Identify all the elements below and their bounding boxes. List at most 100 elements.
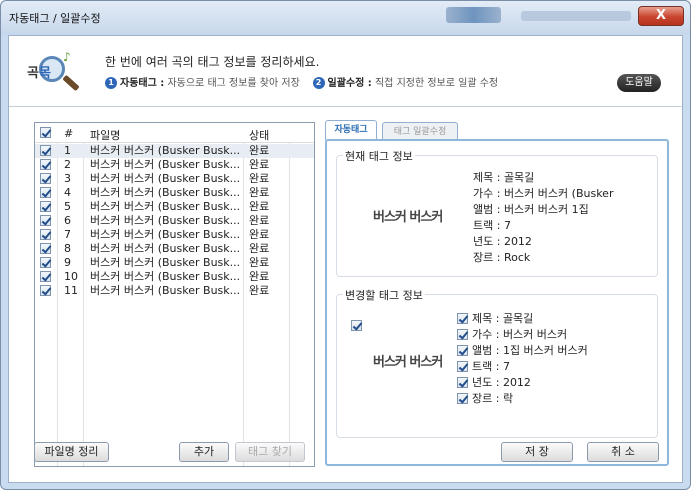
row-checkbox[interactable]: [40, 145, 51, 156]
header: 곡목 ♪ 한 번에 여러 곡의 태그 정보를 정리하세요. 1 자동태그 : 자동…: [9, 36, 682, 106]
save-button[interactable]: 저 장: [501, 442, 573, 462]
table-row[interactable]: 11 버스커 버스커 (Busker Busk... 완료: [35, 284, 314, 298]
row-checkbox[interactable]: [40, 285, 51, 296]
row-filename: 버스커 버스커 (Busker Busk...: [90, 242, 241, 255]
row-status: 완료: [249, 158, 270, 171]
row-checkbox[interactable]: [40, 271, 51, 282]
field-label: 앨범 : 1집 버스커 버스커: [472, 344, 588, 357]
row-checkbox[interactable]: [40, 257, 51, 268]
row-number: 5: [64, 200, 71, 213]
table-row[interactable]: 7 버스커 버스커 (Busker Busk... 완료: [35, 228, 314, 242]
column-header-status[interactable]: 상태: [249, 127, 269, 143]
field-checkbox[interactable]: [457, 377, 468, 388]
find-tags-button[interactable]: 태그 찾기: [235, 442, 305, 462]
row-filename: 버스커 버스커 (Busker Busk...: [90, 158, 241, 171]
table-row[interactable]: 3 버스커 버스커 (Busker Busk... 완료: [35, 172, 314, 186]
select-all-checkbox[interactable]: [40, 127, 51, 138]
current-tag-line: 년도 : 2012: [473, 235, 532, 248]
table-row[interactable]: 4 버스커 버스커 (Busker Busk... 완료: [35, 186, 314, 200]
app-window: 자동태그 / 일괄수정 X 곡목 ♪ 한 번에 여러 곡의 태그 정보를 정리하…: [0, 0, 691, 490]
current-tag-line: 장르 : Rock: [473, 251, 531, 264]
magnifier-handle: [62, 74, 80, 92]
table-row[interactable]: 6 버스커 버스커 (Busker Busk... 완료: [35, 214, 314, 228]
current-tag-line: 제목 : 골목길: [473, 171, 535, 184]
new-tag-title: 변경할 태그 정보: [343, 287, 425, 303]
auto-tag-panel: 현재 태그 정보 버스커 버스커 제목 : 골목길 가수 : 버스커 버스커 (B…: [325, 139, 669, 466]
file-list[interactable]: # 파일명 상태 1 버스커 버스커 (Busker Busk... 완료 2 버스커 …: [34, 122, 315, 467]
row-number: 6: [64, 214, 71, 227]
field-label: 년도 : 2012: [472, 376, 531, 389]
row-filename: 버스커 버스커 (Busker Busk...: [90, 256, 241, 269]
row-number: 1: [64, 144, 71, 157]
field-label: 트랙 : 7: [472, 360, 510, 373]
file-list-header: # 파일명 상태: [35, 123, 314, 143]
music-note-icon: ♪: [63, 50, 71, 64]
titlebar-background-blur: [446, 7, 501, 23]
row-status: 완료: [249, 172, 270, 185]
field-label: 가수 : 버스커 버스커: [472, 328, 568, 341]
row-number: 10: [64, 270, 78, 283]
table-row[interactable]: 9 버스커 버스커 (Busker Busk... 완료: [35, 256, 314, 270]
row-checkbox[interactable]: [40, 243, 51, 254]
row-checkbox[interactable]: [40, 173, 51, 184]
row-checkbox[interactable]: [40, 215, 51, 226]
column-header-number[interactable]: #: [64, 127, 73, 140]
logo-text: 곡목: [27, 66, 51, 81]
tab-auto-tag[interactable]: 자동태그: [325, 120, 377, 140]
table-row[interactable]: 5 버스커 버스커 (Busker Busk... 완료: [35, 200, 314, 214]
row-status: 완료: [249, 144, 270, 157]
table-row[interactable]: 8 버스커 버스커 (Busker Busk... 완료: [35, 242, 314, 256]
field-checkbox[interactable]: [457, 361, 468, 372]
table-row[interactable]: 2 버스커 버스커 (Busker Busk... 완료: [35, 158, 314, 172]
header-steps: 1 자동태그 : 자동으로 태그 정보를 찾아 저장 2 일괄수정 : 직접 지정한…: [105, 74, 498, 89]
table-row[interactable]: 10 버스커 버스커 (Busker Busk... 완료: [35, 270, 314, 284]
row-number: 9: [64, 256, 71, 269]
column-header-filename[interactable]: 파일명: [90, 127, 120, 143]
row-status: 완료: [249, 270, 270, 283]
header-divider: [9, 106, 682, 107]
row-checkbox[interactable]: [40, 229, 51, 240]
new-tag-group: 변경할 태그 정보 버스커 버스커 제목 : 골목길 가수 : 버스커 버스커 앨범…: [336, 287, 658, 438]
row-number: 2: [64, 158, 71, 171]
rename-files-button[interactable]: 파일명 정리: [34, 442, 109, 462]
field-checkbox[interactable]: [457, 393, 468, 404]
row-status: 완료: [249, 284, 270, 297]
step1-desc: 자동으로 태그 정보를 찾아 저장: [167, 78, 300, 89]
header-main-text: 한 번에 여러 곡의 태그 정보를 정리하세요.: [105, 55, 320, 69]
row-filename: 버스커 버스커 (Busker Busk...: [90, 228, 241, 241]
cancel-button[interactable]: 취 소: [587, 442, 659, 462]
row-status: 완료: [249, 242, 270, 255]
row-filename: 버스커 버스커 (Busker Busk...: [90, 270, 241, 283]
row-status: 완료: [249, 256, 270, 269]
row-number: 8: [64, 242, 71, 255]
new-album-art: 버스커 버스커: [373, 355, 443, 370]
step-number-1: 1: [105, 77, 117, 89]
current-tag-lines: 제목 : 골목길 가수 : 버스커 버스커 (Busker 앨범 : 버스커 버스커…: [473, 170, 613, 266]
current-tag-group: 현재 태그 정보 버스커 버스커 제목 : 골목길 가수 : 버스커 버스커 (B…: [336, 148, 658, 277]
row-filename: 버스커 버스커 (Busker Busk...: [90, 284, 241, 297]
row-checkbox[interactable]: [40, 159, 51, 170]
table-row[interactable]: 1 버스커 버스커 (Busker Busk... 완료: [35, 144, 314, 158]
close-button[interactable]: X: [638, 6, 684, 26]
field-checkbox[interactable]: [457, 313, 468, 324]
field-checkbox[interactable]: [457, 329, 468, 340]
current-tag-line: 트랙 : 7: [473, 219, 511, 232]
row-number: 11: [64, 284, 78, 297]
tab-batch-edit[interactable]: 태그 일괄수정: [382, 122, 458, 139]
album-art-checkbox[interactable]: [351, 320, 362, 331]
step-number-2: 2: [312, 77, 325, 89]
row-checkbox[interactable]: [40, 201, 51, 212]
row-filename: 버스커 버스커 (Busker Busk...: [90, 200, 241, 213]
field-checkbox[interactable]: [457, 345, 468, 356]
row-checkbox[interactable]: [40, 187, 51, 198]
field-label: 장르 : 락: [472, 392, 514, 405]
app-logo: 곡목 ♪: [27, 50, 99, 98]
row-filename: 버스커 버스커 (Busker Busk...: [90, 144, 241, 157]
title-bar[interactable]: 자동태그 / 일괄수정 X: [1, 1, 690, 35]
row-status: 완료: [249, 200, 270, 213]
add-button[interactable]: 추가: [179, 442, 229, 462]
current-album-art: 버스커 버스커: [373, 210, 443, 225]
row-status: 완료: [249, 214, 270, 227]
help-button[interactable]: 도움말: [617, 74, 661, 92]
row-filename: 버스커 버스커 (Busker Busk...: [90, 186, 241, 199]
